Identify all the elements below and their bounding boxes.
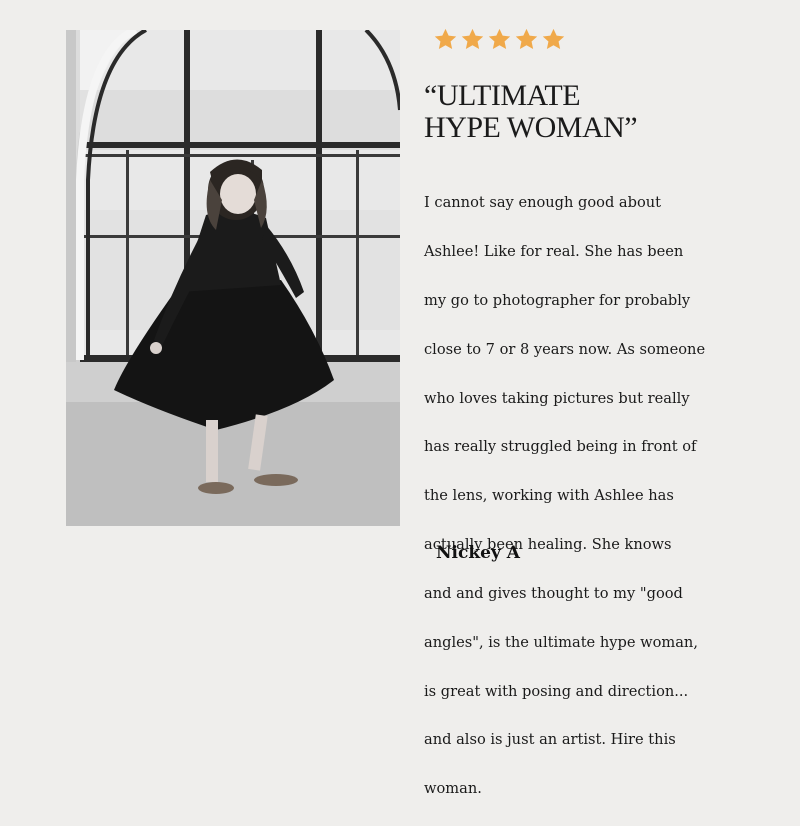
star-icon (513, 26, 540, 53)
review-body-line: is great with posing and direction... (424, 682, 689, 700)
review-body-line: I cannot say enough good about (424, 194, 662, 212)
star-icon (540, 26, 567, 53)
review-body-line: the lens, working with Ashlee has (424, 487, 674, 505)
review-body-line: angles", is the ultimate hype woman, (424, 633, 698, 651)
portrait-photo-illustration (66, 30, 400, 526)
review-body-line: and also is just an artist. Hire this (424, 731, 676, 749)
review-body-line: woman. (424, 780, 482, 798)
review-headline: “ULTIMATE HYPE WOMAN” (424, 80, 764, 144)
star-rating (432, 26, 567, 53)
star-icon (486, 26, 513, 53)
review-photo (66, 30, 400, 526)
headline-line: “ULTIMATE (424, 79, 581, 112)
review-body-line: Ashlee! Like for real. She has been (424, 243, 684, 261)
review-body-line: has really struggled being in front of (424, 438, 697, 456)
review-body-line: who loves taking pictures but really (424, 389, 690, 407)
reviewer-name: Nickey A (436, 543, 520, 563)
review-body: I cannot say enough good about Ashlee! L… (424, 167, 742, 826)
star-icon (459, 26, 486, 53)
review-body-line: my go to photographer for probably (424, 292, 691, 310)
star-icon (432, 26, 459, 53)
review-body-line: and and gives thought to my "good (424, 584, 683, 602)
review-body-line: close to 7 or 8 years now. As someone (424, 340, 706, 358)
headline-line: HYPE WOMAN” (424, 111, 638, 144)
